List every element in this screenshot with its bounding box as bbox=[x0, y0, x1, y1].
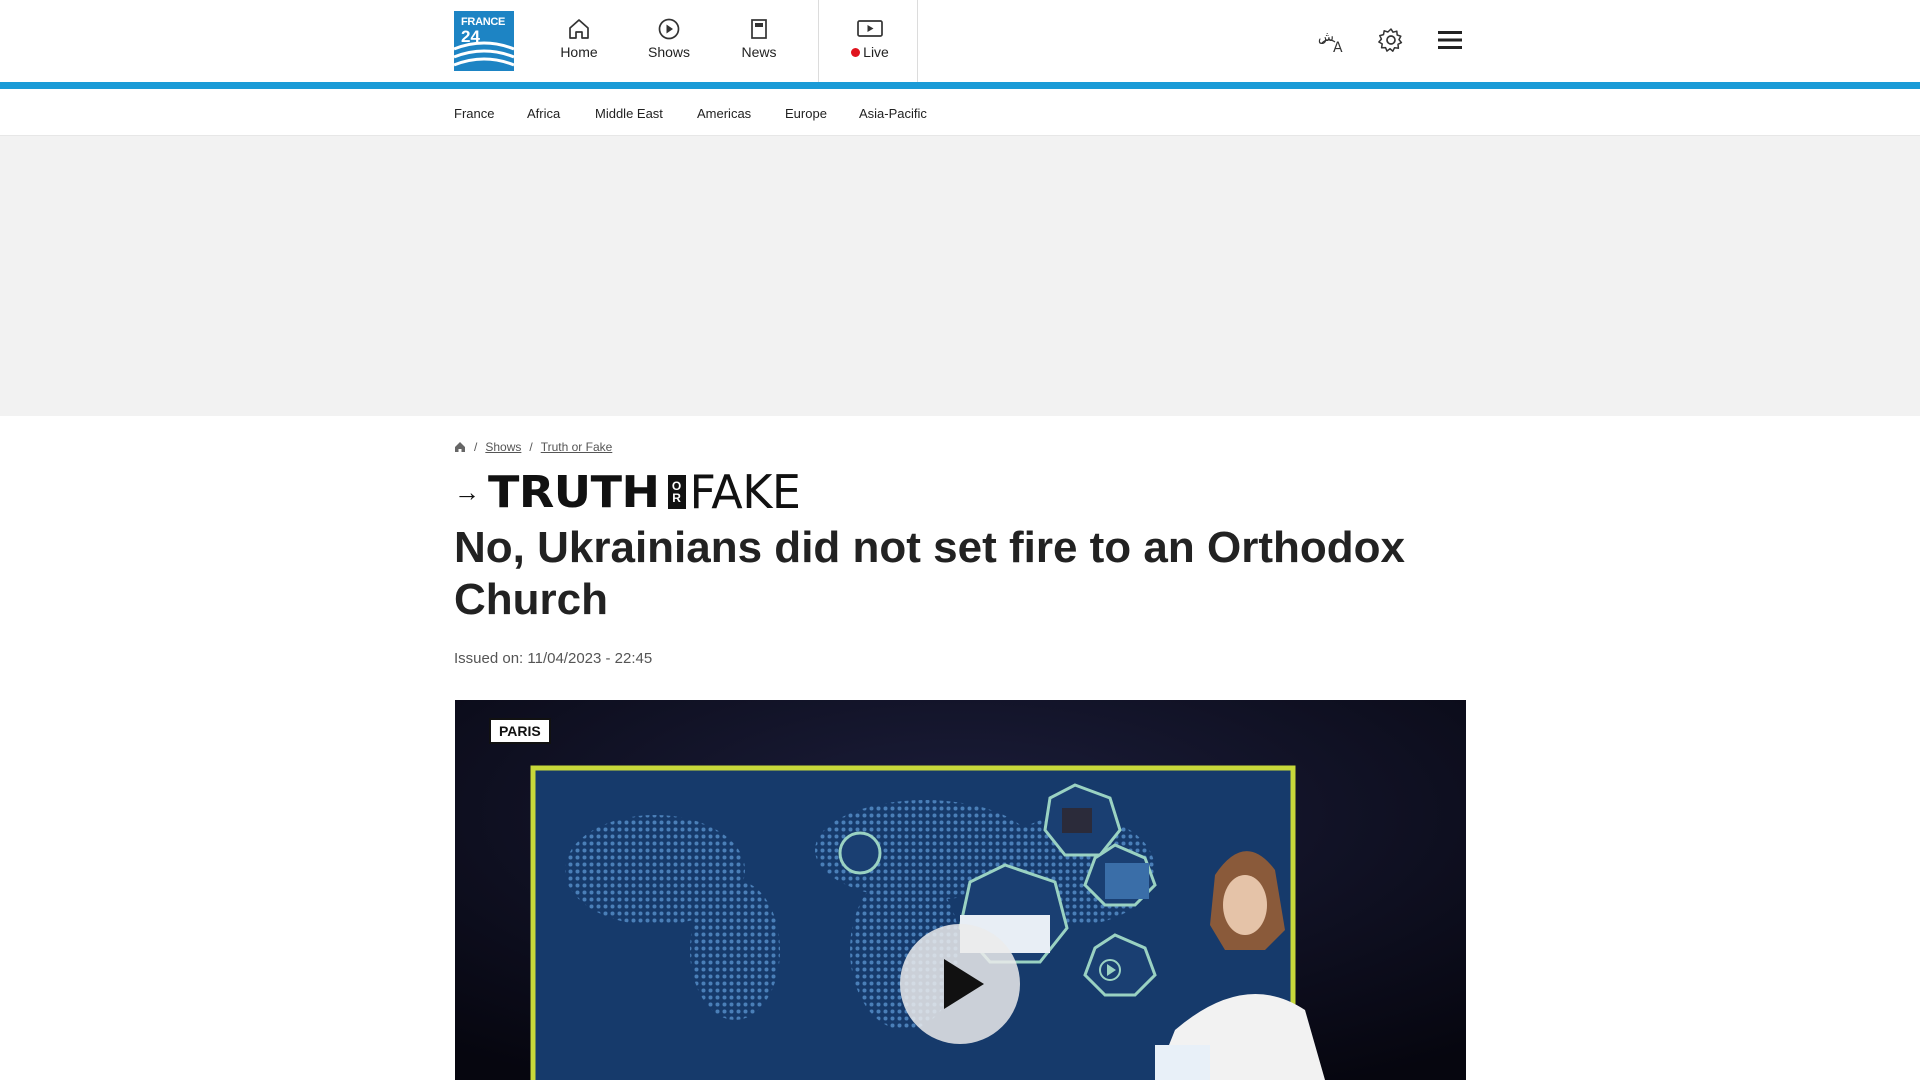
breadcrumb-truth-or-fake[interactable]: Truth or Fake bbox=[541, 440, 613, 454]
play-icon bbox=[944, 959, 984, 1009]
france24-logo[interactable]: FRANCE 24 bbox=[454, 11, 514, 71]
location-tag: PARIS bbox=[489, 718, 551, 744]
nav-divider bbox=[818, 0, 819, 83]
show-logo-truth: TRUTH bbox=[488, 466, 660, 518]
subnav-item-asia-pacific[interactable]: Asia-Pacific bbox=[859, 106, 927, 121]
article-headline: No, Ukrainians did not set fire to an Or… bbox=[454, 523, 1405, 624]
play-circle-icon bbox=[658, 18, 680, 40]
region-subnav: France Africa Middle East Americas Europ… bbox=[0, 89, 1920, 136]
nav-shows-label: Shows bbox=[647, 44, 691, 60]
breadcrumb: / Shows / Truth or Fake bbox=[454, 440, 612, 454]
svg-text:ش: ش bbox=[1318, 30, 1334, 45]
subnav-item-france[interactable]: France bbox=[454, 106, 494, 121]
breadcrumb-separator: / bbox=[529, 440, 533, 454]
subnav-item-middle-east[interactable]: Middle East bbox=[595, 106, 663, 121]
hamburger-menu-icon[interactable] bbox=[1438, 29, 1462, 51]
subnav-item-americas[interactable]: Americas bbox=[697, 106, 751, 121]
live-tv-icon bbox=[857, 20, 883, 37]
nav-live-label: Live bbox=[863, 44, 889, 60]
article-issued-date: Issued on: 11/04/2023 - 22:45 bbox=[454, 650, 653, 667]
nav-news-label: News bbox=[741, 44, 777, 60]
nav-live[interactable]: Live bbox=[845, 18, 895, 68]
show-logo-or-box: O R bbox=[667, 475, 686, 509]
play-button[interactable] bbox=[900, 924, 1020, 1044]
show-logo-fake: FAKE bbox=[689, 465, 801, 519]
breadcrumb-shows[interactable]: Shows bbox=[485, 440, 521, 454]
nav-home-label: Home bbox=[560, 44, 598, 60]
home-icon[interactable] bbox=[454, 441, 466, 453]
nav-shows[interactable]: Shows bbox=[643, 18, 695, 68]
home-icon bbox=[569, 19, 589, 39]
subnav-item-africa[interactable]: Africa bbox=[527, 106, 560, 121]
top-navigation-bar: FRANCE 24 Home Shows News Live ش A bbox=[0, 0, 1920, 83]
live-indicator-dot bbox=[851, 48, 861, 57]
arrow-right-icon: → bbox=[454, 476, 480, 507]
video-player[interactable]: PARIS bbox=[455, 700, 1466, 1080]
advertisement-placeholder bbox=[0, 136, 1920, 416]
nav-divider bbox=[917, 0, 918, 83]
subnav-item-europe[interactable]: Europe bbox=[785, 106, 827, 121]
svg-text:A: A bbox=[1333, 40, 1343, 55]
language-icon[interactable]: ش A bbox=[1317, 27, 1347, 55]
breadcrumb-separator: / bbox=[474, 440, 478, 454]
accent-stripe bbox=[0, 82, 1920, 89]
news-icon bbox=[751, 19, 767, 39]
gear-icon[interactable] bbox=[1378, 27, 1404, 53]
nav-home[interactable]: Home bbox=[554, 18, 604, 68]
show-logo-truth-or-fake[interactable]: → TRUTH O R FAKE bbox=[454, 465, 801, 519]
show-logo-or-bottom: R bbox=[672, 491, 681, 505]
nav-news[interactable]: News bbox=[735, 18, 783, 68]
logo-waves-icon bbox=[454, 41, 514, 67]
